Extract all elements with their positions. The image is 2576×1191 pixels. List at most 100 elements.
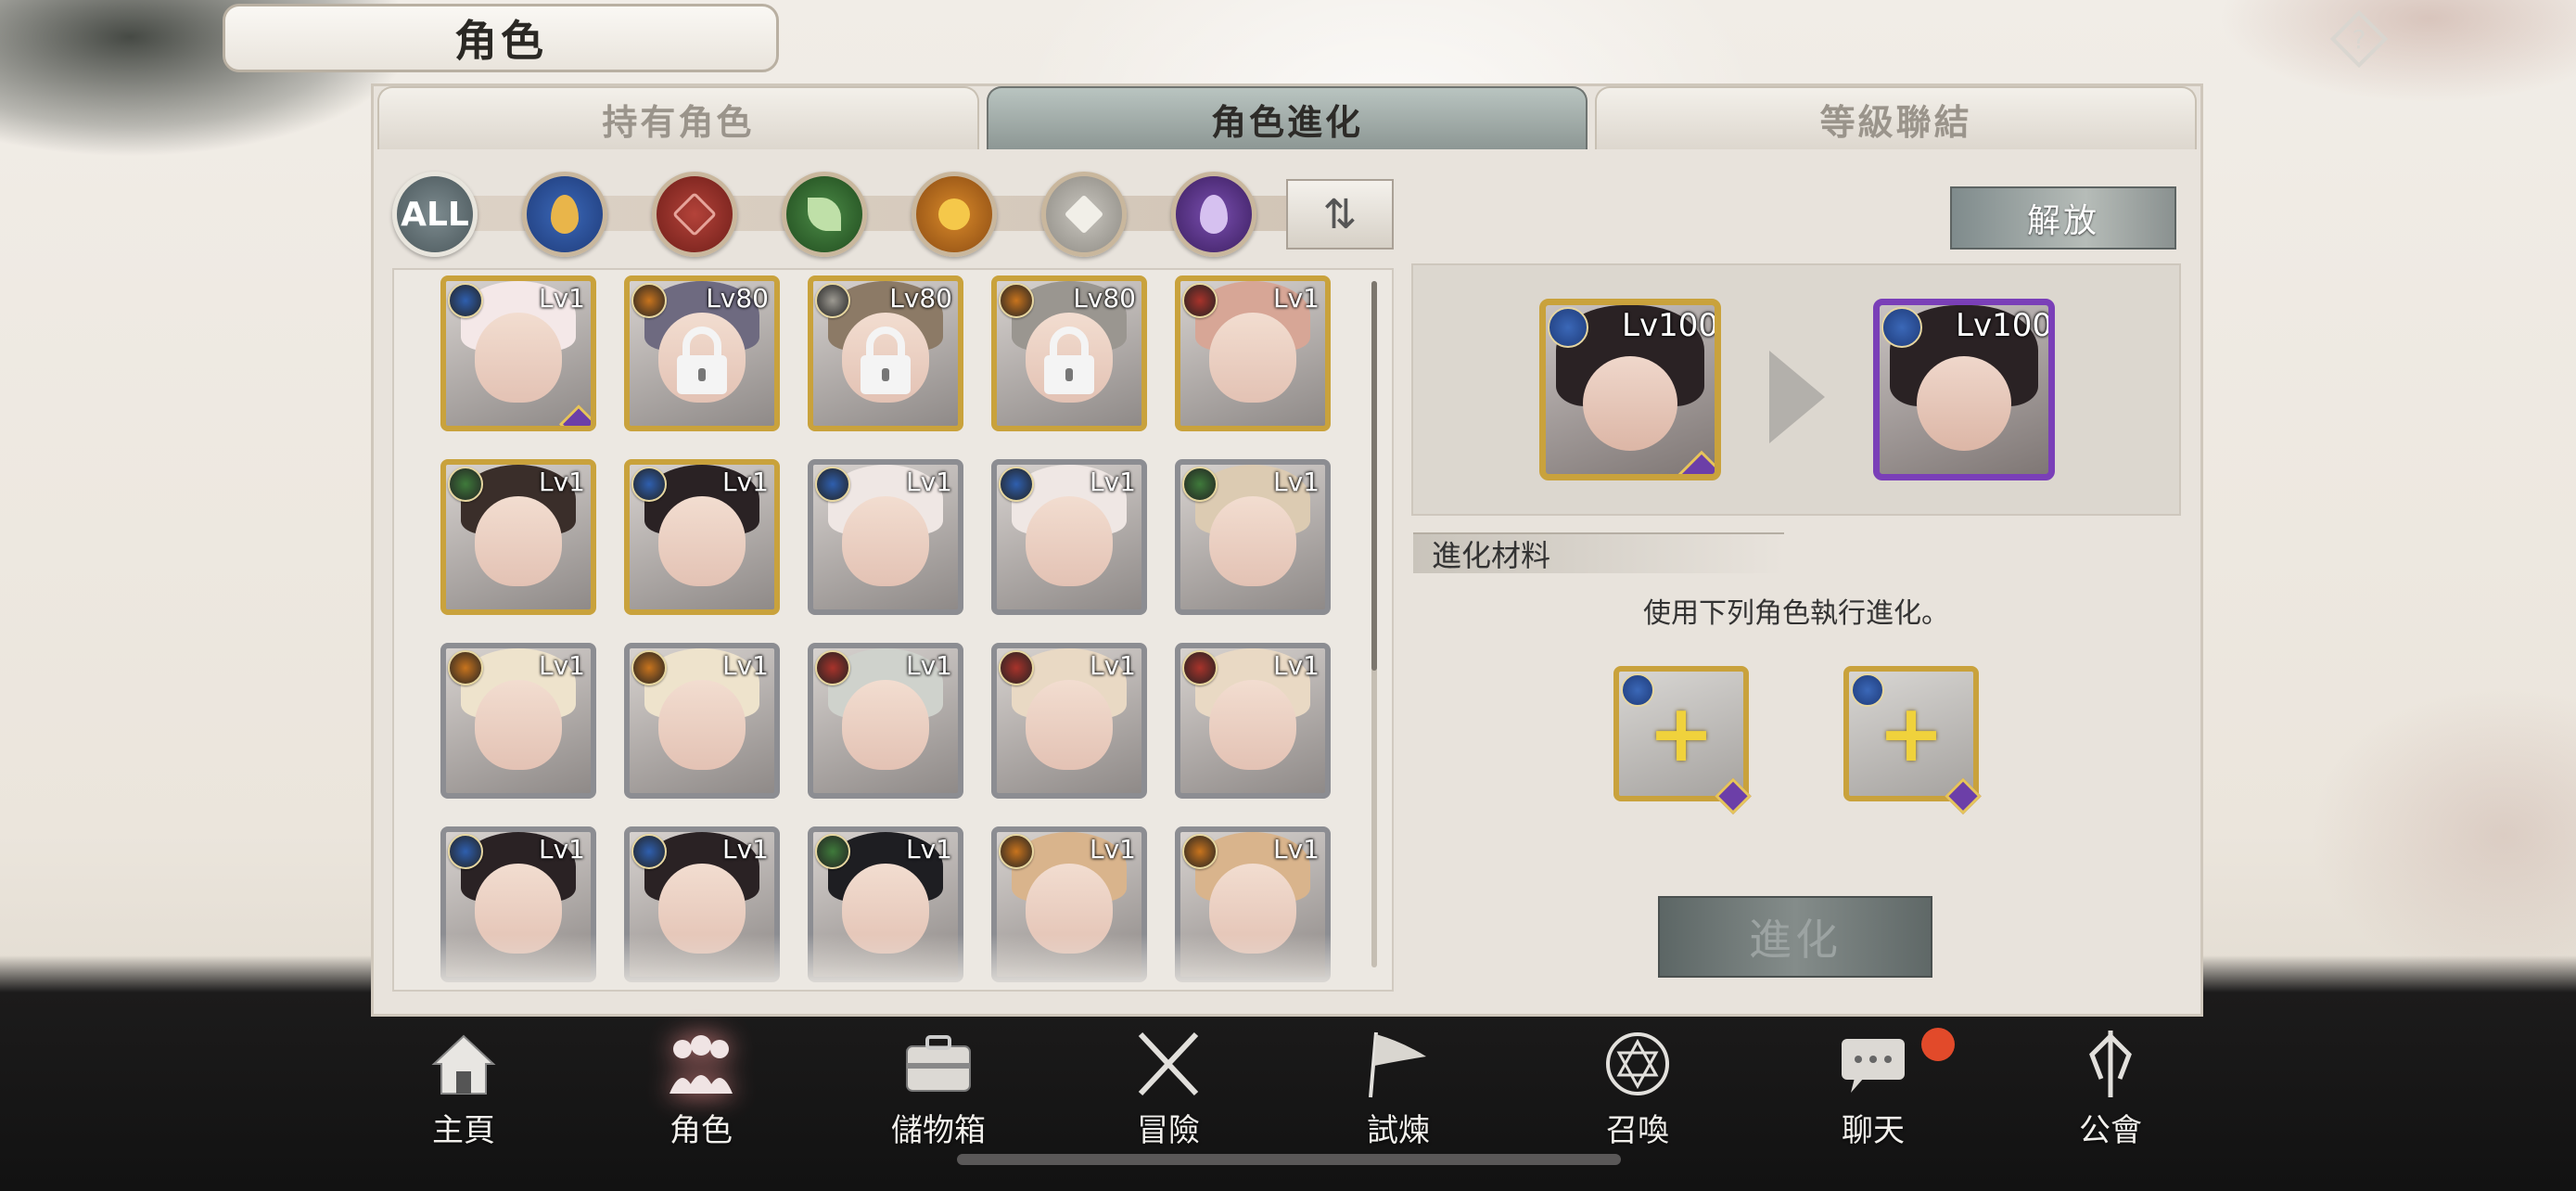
character-card[interactable]: Lv1 <box>1175 459 1331 615</box>
nav-home[interactable]: 主頁 <box>371 1020 556 1150</box>
card-level: Lv1 <box>722 834 769 864</box>
character-card[interactable]: Lv1 <box>808 643 963 799</box>
element-filter-bar: ALL <box>392 170 1403 259</box>
filter-dark-button[interactable] <box>1171 172 1256 257</box>
card-level: Lv1 <box>906 650 952 681</box>
water-element-icon <box>631 467 667 502</box>
character-card[interactable]: Lv1 <box>1175 275 1331 431</box>
hexagram-icon <box>671 191 718 237</box>
water-element-icon <box>448 834 483 869</box>
evolution-materials-label: 進化材料 <box>1413 532 1784 573</box>
fire-element-icon <box>1182 650 1218 685</box>
arrow-right-icon <box>1769 351 1825 443</box>
plus-icon: + <box>1877 687 1945 780</box>
water-element-icon <box>631 834 667 869</box>
nav-guild[interactable]: 公會 <box>2018 1020 2203 1150</box>
character-grid: Lv1 Lv80 Lv80 Lv80 Lv1 Lv1 Lv1 Lv1 Lv1 Lv1 Lv1 Lv1 L… <box>440 275 1331 982</box>
portrait-face <box>475 313 562 403</box>
portrait-face <box>1583 355 1677 451</box>
card-level: Lv1 <box>722 467 769 497</box>
wind-element-icon <box>1182 467 1218 502</box>
help-icon[interactable]: ? <box>2326 6 2392 72</box>
card-level: Lv1 <box>1273 467 1320 497</box>
sort-button[interactable]: ⇅ <box>1286 179 1394 250</box>
storage-box-icon <box>897 1027 980 1101</box>
fire-element-icon <box>999 650 1034 685</box>
character-card[interactable]: Lv1 <box>624 643 780 799</box>
scrollbar-thumb[interactable] <box>1371 281 1377 671</box>
release-button[interactable]: 解放 <box>1950 186 2176 250</box>
summon-circle-icon <box>1596 1027 1679 1101</box>
sun-element-icon <box>1182 834 1218 869</box>
evolution-after-card[interactable]: Lv100 <box>1873 299 2055 480</box>
wind-element-icon <box>815 834 850 869</box>
grid-fade <box>394 934 1392 990</box>
card-level: Lv1 <box>1090 650 1136 681</box>
card-level: Lv1 <box>1090 834 1136 864</box>
card-level: Lv1 <box>539 283 585 314</box>
nav-characters[interactable]: 角色 <box>608 1020 794 1150</box>
after-level: Lv100 <box>1956 307 2052 344</box>
character-card[interactable]: Lv80 <box>808 275 963 431</box>
portrait-face <box>1026 680 1113 771</box>
character-card[interactable]: Lv1 <box>808 459 963 615</box>
character-card[interactable]: Lv1 <box>624 459 780 615</box>
grid-scrollbar[interactable] <box>1371 281 1377 967</box>
portrait-face <box>475 496 562 587</box>
character-card[interactable]: Lv80 <box>991 275 1147 431</box>
rarity-gem-icon <box>558 404 591 426</box>
sun-element-icon <box>631 283 667 318</box>
guild-icon <box>2069 1027 2152 1101</box>
card-level: Lv1 <box>1273 650 1320 681</box>
character-grid-area: Lv1 Lv80 Lv80 Lv80 Lv1 Lv1 Lv1 Lv1 Lv1 Lv1 Lv1 Lv1 L… <box>392 268 1394 992</box>
chat-icon <box>1831 1027 1915 1101</box>
before-level: Lv100 <box>1622 307 1718 344</box>
rarity-gem-icon <box>1677 450 1715 474</box>
tab-owned-characters[interactable]: 持有角色 <box>377 86 979 149</box>
character-card[interactable]: Lv80 <box>624 275 780 431</box>
character-card[interactable]: Lv1 <box>440 275 596 431</box>
water-element-icon <box>999 467 1034 502</box>
filter-water-button[interactable] <box>522 172 607 257</box>
dark-crystal-icon <box>1200 195 1228 234</box>
evolution-before-card[interactable]: Lv100 <box>1539 299 1721 480</box>
fire-element-icon <box>815 650 850 685</box>
filter-light-button[interactable] <box>1041 172 1127 257</box>
nav-trial[interactable]: 試煉 <box>1306 1020 1491 1150</box>
card-level: Lv1 <box>1273 834 1320 864</box>
character-card[interactable]: Lv1 <box>991 459 1147 615</box>
filter-sun-button[interactable] <box>912 172 997 257</box>
evolution-instruction: 使用下列角色執行進化。 <box>1643 597 1949 630</box>
main-panel: 持有角色 角色進化 等級聯結 ALL ⇅ Lv1 Lv80 Lv80 Lv80 Lv1 L… <box>371 83 2203 1017</box>
nav-adventure[interactable]: 冒險 <box>1076 1020 1261 1150</box>
character-card[interactable]: Lv1 <box>440 643 596 799</box>
water-drop-icon <box>551 195 579 234</box>
nav-storage[interactable]: 儲物箱 <box>846 1020 1031 1150</box>
material-slot-1[interactable]: + <box>1613 666 1752 815</box>
water-element-icon <box>815 467 850 502</box>
water-element-icon <box>448 283 483 318</box>
leaf-icon <box>808 198 841 231</box>
nav-label: 試煉 <box>1367 1112 1430 1149</box>
portrait-face <box>842 680 929 771</box>
portrait-face <box>658 680 746 771</box>
portrait-face <box>1209 496 1296 587</box>
portrait-face <box>475 680 562 771</box>
filter-all-button[interactable]: ALL <box>392 172 478 257</box>
filter-wind-button[interactable] <box>782 172 867 257</box>
nav-label: 冒險 <box>1137 1112 1200 1149</box>
material-slot-2[interactable]: + <box>1843 666 1982 815</box>
character-card[interactable]: Lv1 <box>440 459 596 615</box>
card-level: Lv1 <box>1090 467 1136 497</box>
home-indicator[interactable] <box>957 1154 1621 1165</box>
tab-character-evolution[interactable]: 角色進化 <box>986 86 1588 149</box>
character-card[interactable]: Lv1 <box>991 643 1147 799</box>
filter-fire-button[interactable] <box>652 172 737 257</box>
nav-label: 公會 <box>2079 1112 2142 1149</box>
portrait-face <box>1026 496 1113 587</box>
nav-summon[interactable]: 召喚 <box>1545 1020 1730 1150</box>
plus-icon: + <box>1647 687 1715 780</box>
character-card[interactable]: Lv1 <box>1175 643 1331 799</box>
tab-level-link[interactable]: 等級聯結 <box>1595 86 2198 149</box>
evolve-button[interactable]: 進化 <box>1658 896 1932 978</box>
